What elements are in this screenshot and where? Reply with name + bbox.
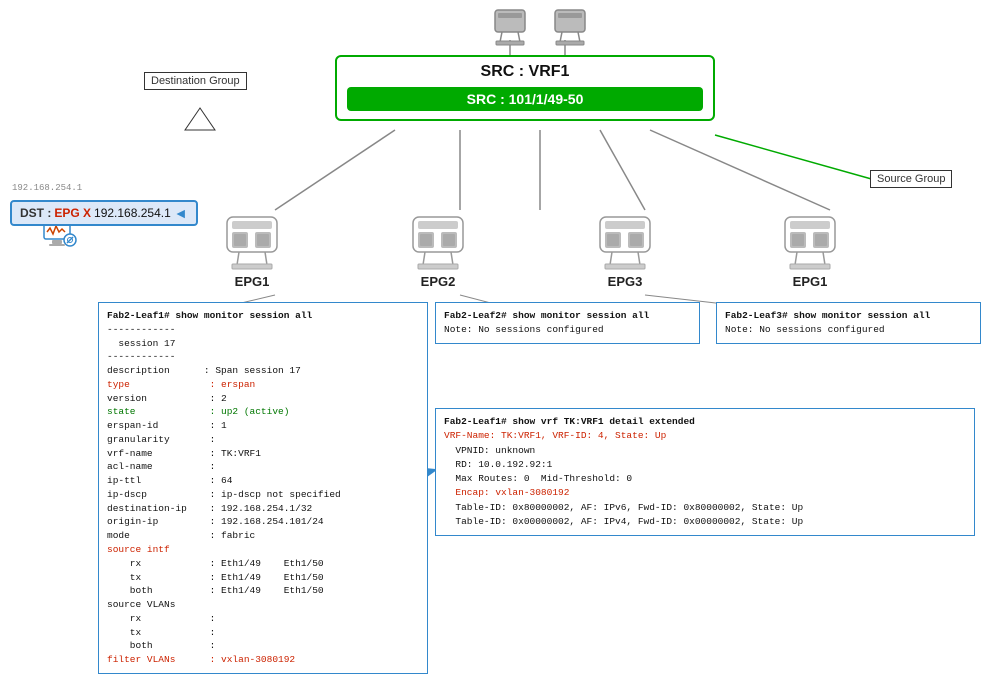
cli-box-leaf1: Fab2-Leaf1# show monitor session all ---… — [98, 302, 428, 674]
src-vrf-title: SRC : VRF1 — [347, 63, 703, 81]
epg3-label: EPG3 — [595, 274, 655, 289]
source-group-label: Source Group — [870, 170, 952, 188]
epg1b-label: EPG1 — [780, 274, 840, 289]
switch-icon-left — [490, 8, 530, 50]
cli-box-leaf3: Fab2-Leaf3# show monitor session all Not… — [716, 302, 981, 344]
ip-above-dst: 192.168.254.1 — [12, 183, 82, 193]
epg-x-label: EPG X — [54, 206, 91, 220]
destination-group-label: Destination Group — [144, 72, 247, 90]
switch-icon-right — [550, 8, 590, 50]
dst-label: DST : — [20, 206, 51, 220]
epg-node-epg2: EPG2 — [408, 215, 468, 289]
epg-node-epg1a: EPG1 — [222, 215, 282, 289]
src-vrf-container: SRC : VRF1 SRC : 101/1/49-50 — [335, 55, 715, 121]
dst-ip-label: 192.168.254.1 — [94, 206, 171, 220]
epg1a-label: EPG1 — [222, 274, 282, 289]
epg2-label: EPG2 — [408, 274, 468, 289]
epg-node-epg3: EPG3 — [595, 215, 655, 289]
cli-box-leaf2: Fab2-Leaf2# show monitor session all Not… — [435, 302, 700, 344]
dst-epg-box: DST : EPG X 192.168.254.1 ◄ — [10, 200, 198, 226]
vrf-detail-box: Fab2-Leaf1# show vrf TK:VRF1 detail exte… — [435, 408, 975, 536]
src-port-label: SRC : 101/1/49-50 — [347, 87, 703, 111]
arrow-left-icon: ◄ — [174, 205, 188, 221]
epg-node-epg1b: EPG1 — [780, 215, 840, 289]
